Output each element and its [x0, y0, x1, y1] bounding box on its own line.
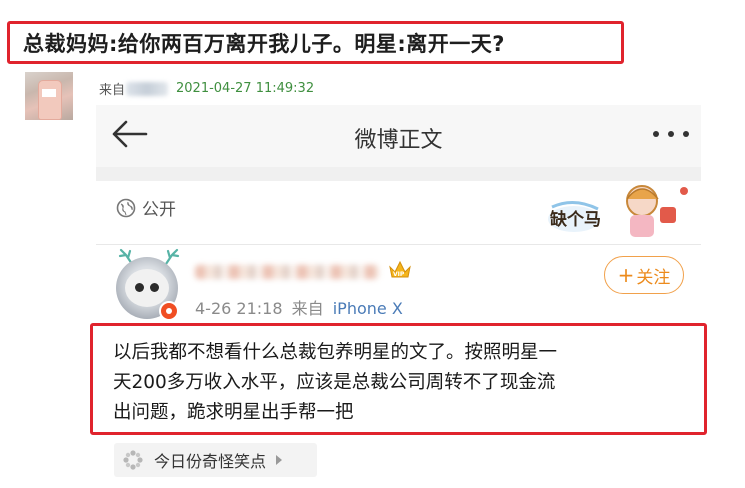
post-source-prefix: 来自 — [291, 299, 324, 318]
post-info: 4-26 21:18 来自 iPhone X — [195, 295, 403, 319]
sticker-text: 缺个马 — [550, 209, 601, 230]
headline-title: 总裁妈妈:给你两百万离开我儿子。明星:离开一天? — [23, 31, 505, 56]
post-content: 以后我都不想看什么总裁包养明星的文了。按照明星一 天200多万收入水平，应该是总… — [90, 323, 707, 435]
meta-timestamp: 2021-04-27 11:49:32 — [176, 81, 315, 96]
globe-icon — [116, 198, 136, 217]
blurred-source-name — [126, 81, 169, 96]
post-date-time: 4-26 21:18 — [195, 299, 283, 318]
headline-box: 总裁妈妈:给你两百万离开我儿子。明星:离开一天? — [7, 21, 624, 64]
pinwheel-icon — [123, 450, 143, 470]
post-content-line: 天200多万收入水平，应该是总裁公司周转不了现金流 — [113, 372, 556, 393]
follow-button[interactable]: + 关注 — [604, 256, 684, 294]
vip-badge-label: VIP — [393, 271, 405, 278]
app-top-bar: 微博正文 — [96, 105, 701, 167]
cartoon-sticker: 缺个马 — [548, 185, 688, 237]
vip-crown-icon: VIP — [389, 260, 411, 278]
post-content-line: 以后我都不想看什么总裁包养明星的文了。按照明星一 — [113, 342, 558, 363]
post-source-device[interactable]: iPhone X — [333, 299, 403, 318]
verified-badge-icon — [159, 301, 179, 321]
page-title: 微博正文 — [354, 128, 443, 153]
visibility-label: 公开 — [142, 200, 176, 220]
meta-source-prefix: 来自 — [99, 83, 126, 98]
header-divider — [96, 244, 701, 245]
topic-label: 今日份奇怪笑点 — [154, 452, 267, 471]
post-meta: 来自 2021-04-27 11:49:32 — [99, 79, 314, 98]
visibility-indicator: 公开 — [116, 195, 176, 220]
plus-icon: + — [617, 263, 635, 287]
topic-tag[interactable]: 今日份奇怪笑点 — [114, 443, 317, 477]
chevron-right-icon — [276, 455, 283, 465]
more-options-icon[interactable] — [653, 131, 689, 139]
post-content-line: 出问题，跪求明星出手帮一把 — [113, 402, 354, 423]
username-blurred[interactable] — [195, 265, 379, 279]
poster-avatar[interactable] — [25, 72, 73, 120]
follow-label: 关注 — [636, 267, 671, 288]
